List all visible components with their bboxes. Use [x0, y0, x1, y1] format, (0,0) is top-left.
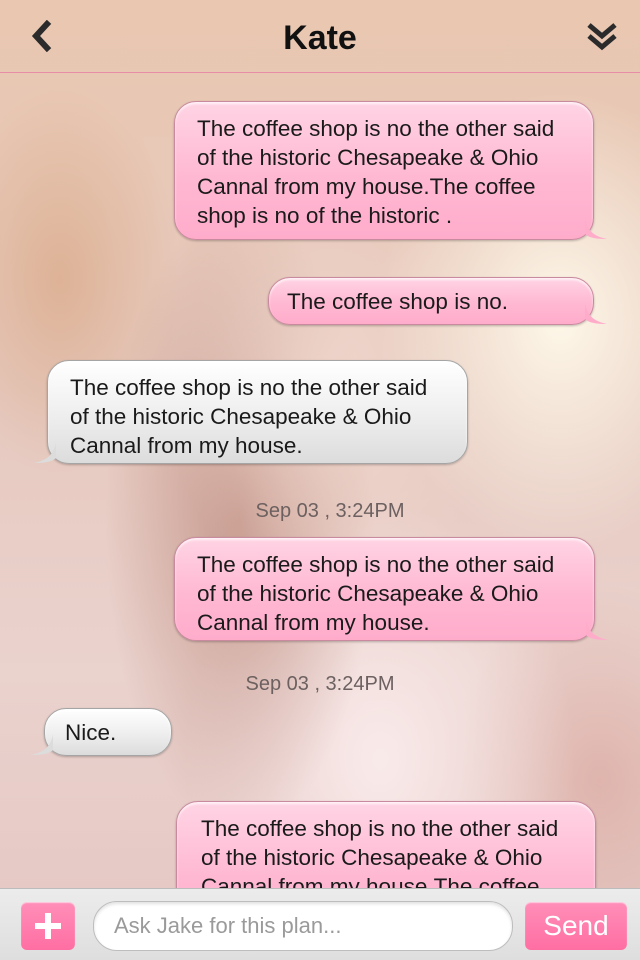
- send-button[interactable]: Send: [525, 902, 627, 950]
- message-bubble-incoming[interactable]: Nice.: [31, 708, 172, 756]
- navigation-bar: Kate: [0, 0, 640, 73]
- bubble-tail: [31, 734, 53, 755]
- message-text: The coffee shop is no the other said of …: [197, 116, 555, 228]
- message-composer: Send: [0, 888, 640, 960]
- chat-screen: Kate The coffee shop is no the other sai…: [0, 0, 640, 960]
- message-bubble-outgoing[interactable]: The coffee shop is no the other said of …: [174, 537, 608, 641]
- message-bubble-outgoing[interactable]: The coffee shop is no the other said of …: [174, 101, 607, 240]
- bubble-tail: [34, 442, 56, 463]
- collapse-button[interactable]: [582, 16, 622, 56]
- add-attachment-button[interactable]: [21, 902, 75, 950]
- message-bubble-incoming[interactable]: The coffee shop is no the other said of …: [34, 360, 468, 464]
- message-thread[interactable]: The coffee shop is no the other said of …: [0, 73, 640, 888]
- bubble-tail: [586, 619, 608, 640]
- plus-icon: [35, 913, 61, 939]
- message-timestamp: Sep 03 , 3:24PM: [255, 500, 405, 522]
- message-bubble-outgoing[interactable]: The coffee shop is no the other said of …: [176, 801, 596, 888]
- message-text: The coffee shop is no the other said of …: [70, 375, 428, 458]
- message-text: The coffee shop is no.: [287, 289, 508, 314]
- message-text: The coffee shop is no the other said of …: [197, 552, 555, 635]
- message-bubble-outgoing[interactable]: The coffee shop is no.: [268, 277, 607, 325]
- message-text: The coffee shop is no the other said of …: [201, 816, 559, 888]
- message-input[interactable]: [93, 901, 513, 951]
- double-chevron-down-icon: [587, 23, 617, 51]
- bubble-tail: [585, 303, 607, 324]
- page-title: Kate: [283, 19, 357, 57]
- message-timestamp: Sep 03 , 3:24PM: [245, 673, 395, 695]
- bubble-tail: [585, 218, 607, 239]
- message-text: Nice.: [65, 720, 117, 745]
